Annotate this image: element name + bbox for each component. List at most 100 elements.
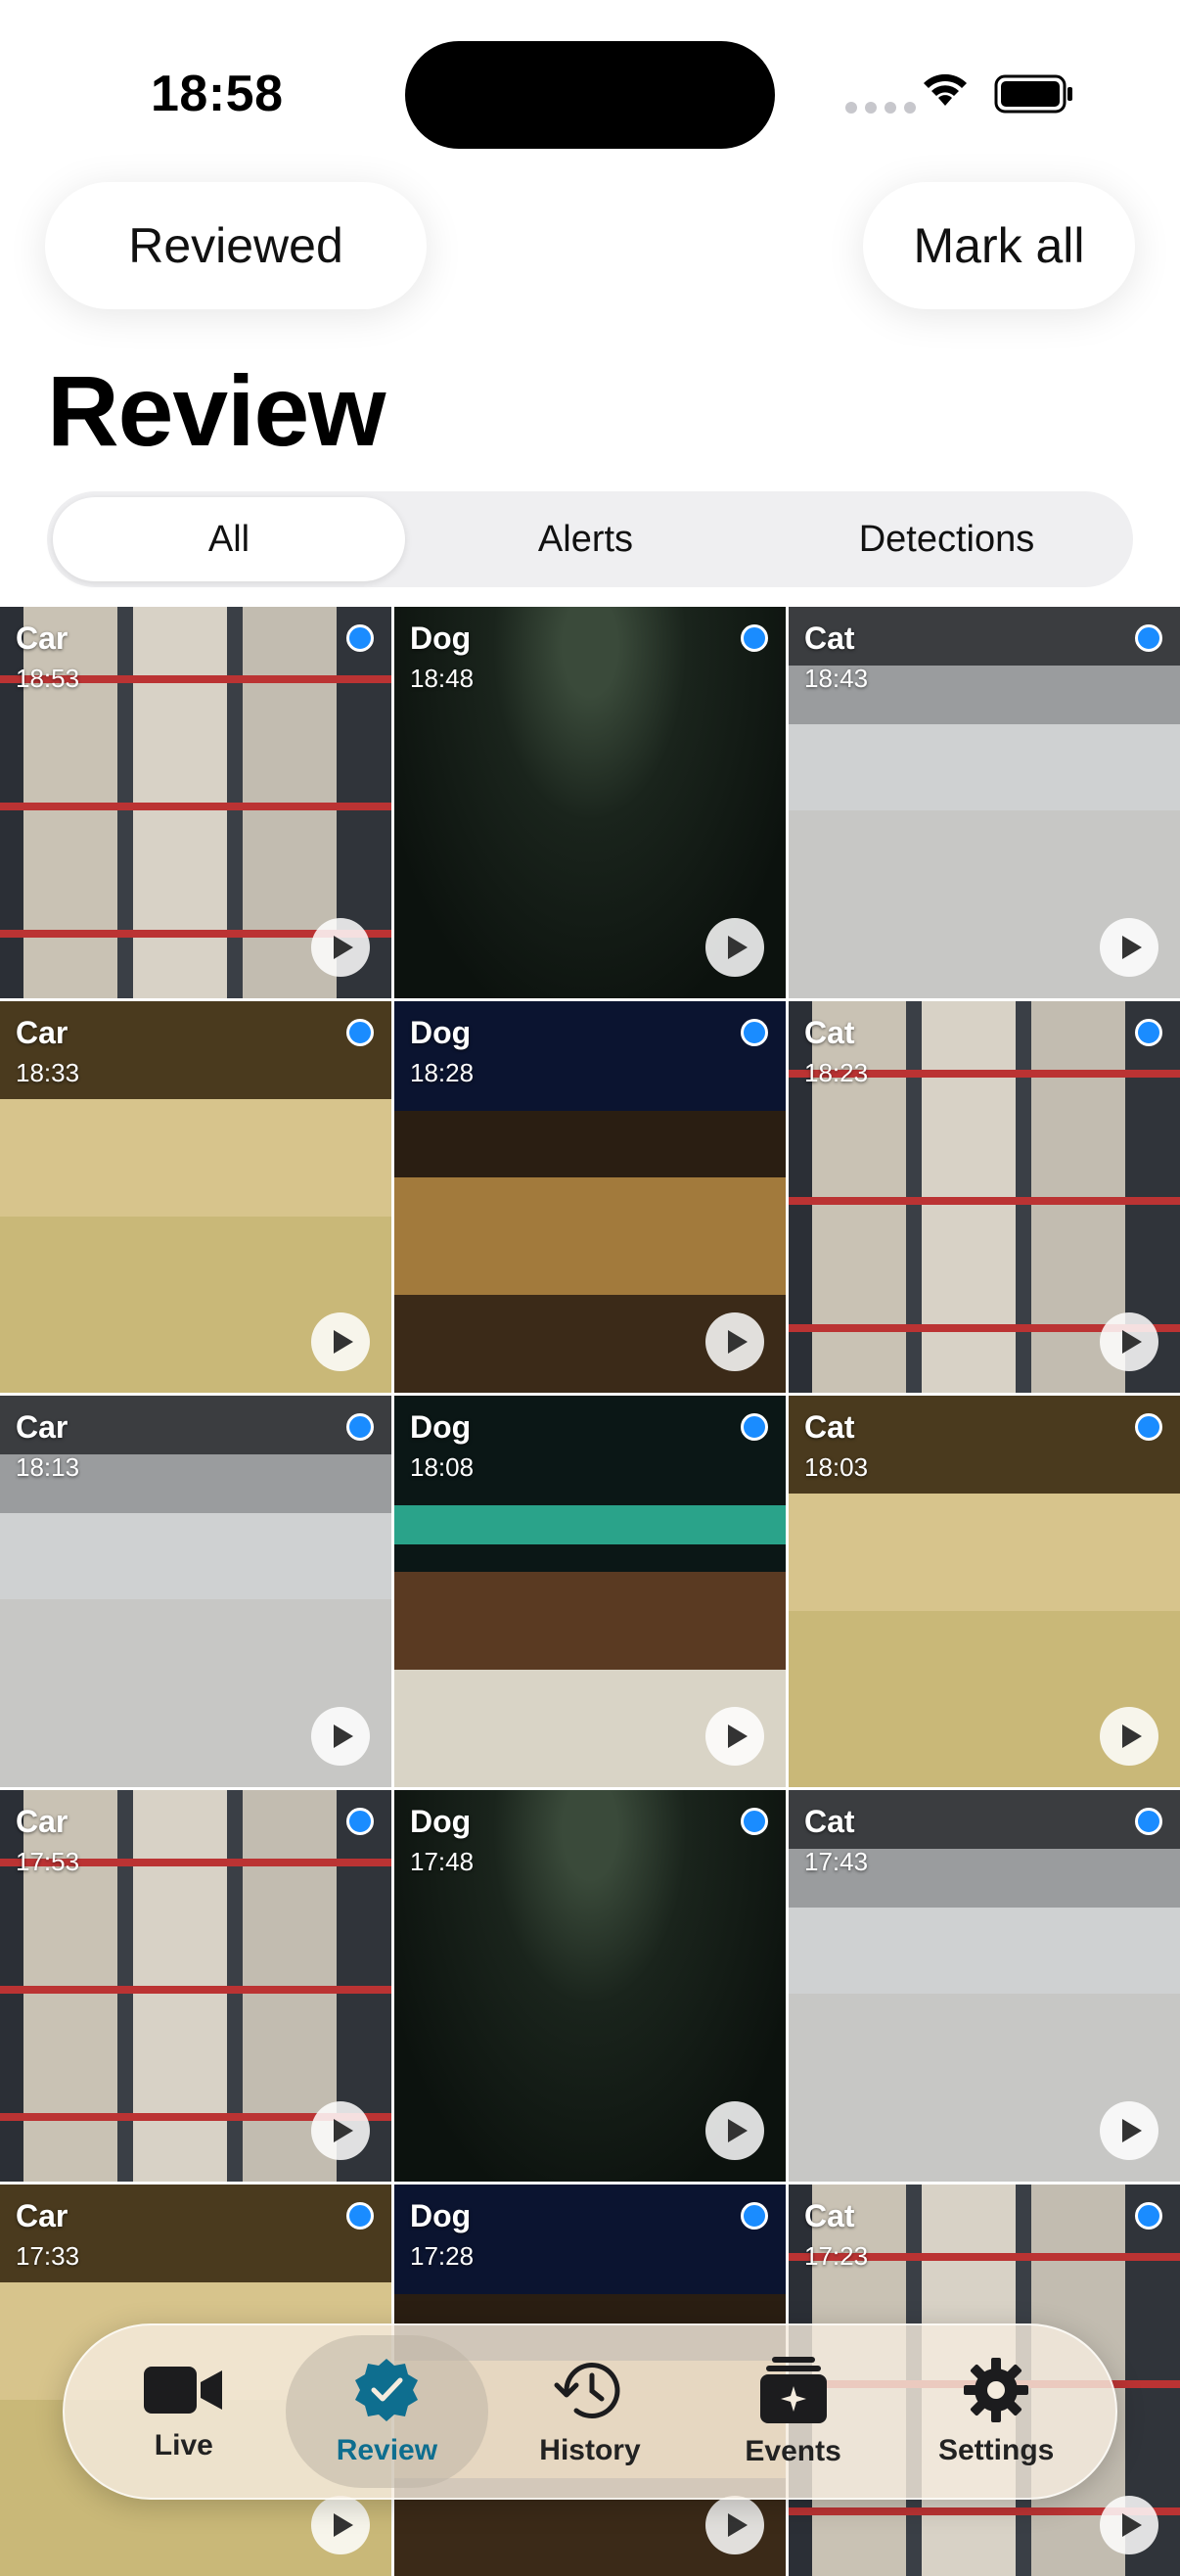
item-label: Car [16, 1409, 68, 1445]
item-time: 17:28 [410, 2241, 475, 2271]
review-item[interactable]: Dog 17:48 [394, 1790, 786, 2182]
play-button[interactable] [705, 1312, 764, 1371]
item-time: 18:33 [16, 1058, 80, 1087]
play-button[interactable] [1100, 1312, 1158, 1371]
play-icon [333, 1725, 353, 1748]
segment-all[interactable]: All [53, 497, 405, 581]
segment-detections[interactable]: Detections [766, 497, 1127, 581]
review-item[interactable]: Dog 18:28 [394, 1001, 786, 1393]
status-time: 18:58 [151, 66, 284, 122]
unreviewed-dot [1135, 2202, 1162, 2230]
item-label: Dog [410, 1015, 472, 1050]
item-label: Dog [410, 1409, 472, 1445]
play-button[interactable] [311, 1707, 370, 1766]
play-icon [727, 936, 748, 959]
tab-history[interactable]: History [488, 2335, 692, 2488]
play-button[interactable] [705, 2101, 764, 2160]
item-time: 18:13 [16, 1452, 80, 1482]
play-icon [333, 1330, 353, 1354]
review-grid: Car 18:53 Dog 18:48 Cat 18:43 Car 18:33 Dog 18:28… [0, 607, 1180, 2576]
tab-label: Events [745, 2435, 841, 2467]
tab-settings[interactable]: Settings [894, 2335, 1098, 2488]
play-button[interactable] [705, 2496, 764, 2554]
item-label: Car [16, 2198, 68, 2233]
play-icon [333, 2119, 353, 2142]
play-icon [333, 936, 353, 959]
reviewed-button[interactable]: Reviewed [45, 182, 427, 309]
item-time: 17:48 [410, 1847, 475, 1876]
review-item[interactable]: Car 18:13 [0, 1396, 391, 1787]
unreviewed-dot [346, 1413, 374, 1441]
review-item[interactable]: Car 18:53 [0, 607, 391, 998]
unreviewed-dot [741, 1413, 768, 1441]
play-button[interactable] [705, 1707, 764, 1766]
play-icon [727, 1330, 748, 1354]
filter-segmented-control: All Alerts Detections [47, 491, 1133, 587]
unreviewed-dot [1135, 624, 1162, 652]
play-button[interactable] [1100, 1707, 1158, 1766]
play-icon [1121, 2513, 1142, 2537]
tab-review[interactable]: Review [285, 2335, 489, 2488]
play-button[interactable] [311, 1312, 370, 1371]
unreviewed-dot [346, 1808, 374, 1835]
item-label: Cat [804, 1015, 855, 1050]
tab-label: History [539, 2434, 641, 2466]
item-time: 17:23 [804, 2241, 869, 2271]
play-button[interactable] [1100, 2496, 1158, 2554]
item-time: 18:03 [804, 1452, 869, 1482]
play-button[interactable] [705, 918, 764, 977]
tab-label: Live [154, 2429, 213, 2461]
review-item[interactable]: Car 18:33 [0, 1001, 391, 1393]
item-label: Dog [410, 2198, 472, 2233]
play-button[interactable] [311, 2101, 370, 2160]
unreviewed-dot [346, 2202, 374, 2230]
item-time: 18:08 [410, 1452, 475, 1482]
review-item[interactable]: Cat 17:43 [789, 1790, 1180, 2182]
unreviewed-dot [741, 1019, 768, 1046]
tab-events[interactable]: Events [692, 2335, 895, 2488]
item-time: 18:28 [410, 1058, 475, 1087]
sparkles-stack-icon [759, 2357, 827, 2423]
item-label: Dog [410, 621, 472, 656]
play-icon [1121, 1725, 1142, 1748]
review-item[interactable]: Cat 18:43 [789, 607, 1180, 998]
item-label: Car [16, 621, 68, 656]
battery-icon [994, 74, 1072, 114]
play-icon [727, 2119, 748, 2142]
gear-icon [964, 2358, 1029, 2422]
unreviewed-dot [1135, 1808, 1162, 1835]
tab-live[interactable]: Live [82, 2335, 286, 2488]
item-time: 17:43 [804, 1847, 869, 1876]
dynamic-island [405, 41, 775, 149]
play-button[interactable] [1100, 918, 1158, 977]
play-icon [727, 1725, 748, 1748]
unreviewed-dot [741, 2202, 768, 2230]
item-label: Car [16, 1015, 68, 1050]
play-button[interactable] [1100, 2101, 1158, 2160]
review-item[interactable]: Cat 18:23 [789, 1001, 1180, 1393]
cellular-signal-icon [845, 102, 916, 114]
play-icon [727, 2513, 748, 2537]
review-item[interactable]: Dog 18:08 [394, 1396, 786, 1787]
play-icon [333, 2513, 353, 2537]
tab-label: Settings [937, 2434, 1055, 2466]
item-time: 18:23 [804, 1058, 869, 1087]
item-time: 18:43 [804, 664, 869, 693]
review-item[interactable]: Dog 18:48 [394, 607, 786, 998]
review-item[interactable]: Car 17:53 [0, 1790, 391, 2182]
mark-all-button[interactable]: Mark all [863, 182, 1135, 309]
play-icon [1121, 936, 1142, 959]
item-time: 17:33 [16, 2241, 80, 2271]
review-item[interactable]: Cat 18:03 [789, 1396, 1180, 1787]
segment-alerts[interactable]: Alerts [405, 497, 766, 581]
play-button[interactable] [311, 2496, 370, 2554]
item-label: Cat [804, 2198, 855, 2233]
item-label: Dog [410, 1804, 472, 1839]
play-icon [1121, 1330, 1142, 1354]
item-label: Car [16, 1804, 68, 1839]
unreviewed-dot [741, 1808, 768, 1835]
play-button[interactable] [311, 918, 370, 977]
checkmark-seal-icon [355, 2359, 419, 2421]
video-camera-icon [143, 2367, 222, 2414]
page-title: Review [47, 355, 386, 467]
